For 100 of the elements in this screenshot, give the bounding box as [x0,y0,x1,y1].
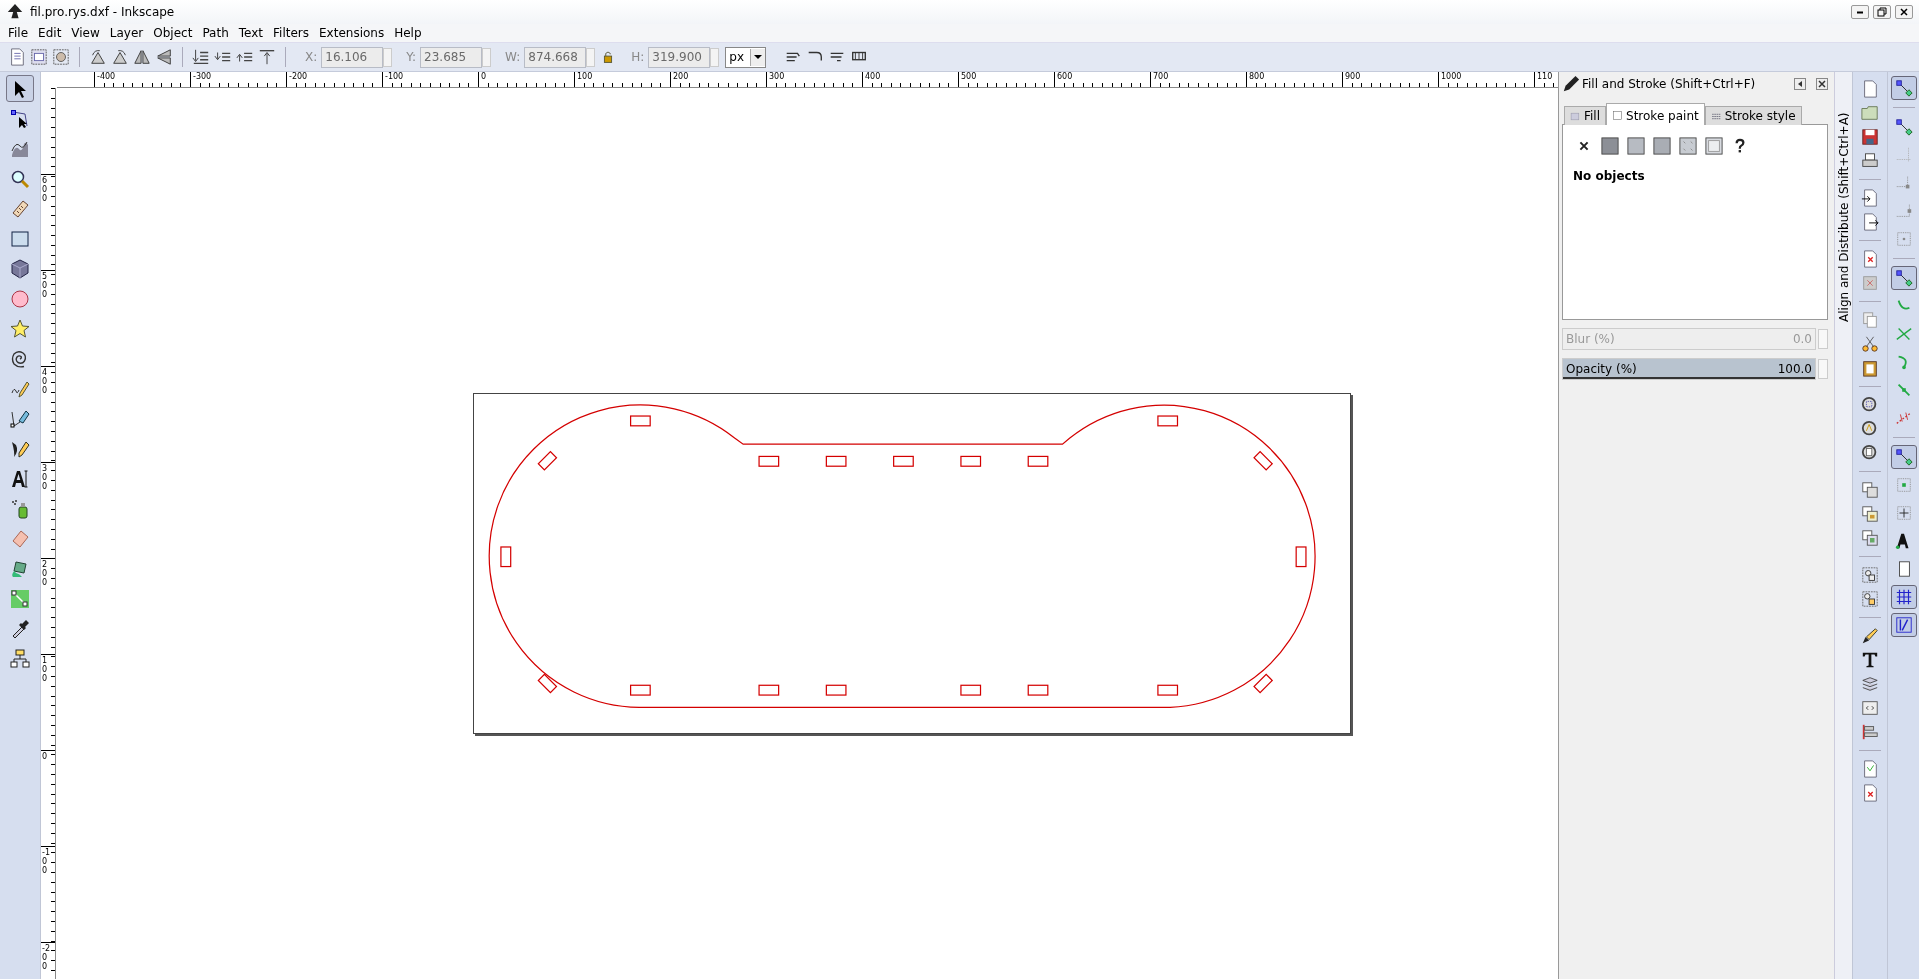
export-icon[interactable] [1861,213,1879,231]
ruler-label: -100 [385,72,404,82]
bounding-box-centers-icon [1894,230,1913,248]
snap-nodes-icon [1894,269,1913,287]
zoom-drawing-icon[interactable] [1861,420,1879,438]
ruler-label: 900 [1345,72,1361,82]
snap-others-icon [1894,448,1913,466]
spray-tool-icon [10,498,30,519]
ruler-label: 600 [1057,72,1073,82]
connector-tool-icon [10,648,30,669]
menu-item[interactable]: Filters [268,26,315,40]
snap-intersections-icon [1894,325,1913,343]
panel-title: Fill and Stroke (Shift+Ctrl+F) [1582,77,1757,91]
unlink-clone-icon[interactable] [1861,529,1879,547]
box3d-tool-icon [10,258,30,279]
rect-tool-icon [10,228,30,249]
opacity-slider[interactable]: Opacity (%) 100.0 [1562,358,1816,380]
ungroup-icon[interactable] [1861,590,1879,608]
field-label: W: [505,50,521,64]
node-tool-icon [10,108,30,129]
panel-tab[interactable]: Fill [1564,106,1607,125]
menu-item[interactable]: Extensions [314,26,390,40]
flip-vertical-icon[interactable] [155,48,173,66]
print-icon[interactable] [1861,152,1879,170]
xml-editor-icon[interactable] [1861,699,1879,717]
close-icon [1899,7,1909,17]
close-button[interactable] [1895,5,1913,19]
panel-tab[interactable]: Stroke style [1704,106,1802,125]
lower-to-bottom-icon[interactable] [192,48,210,66]
save-icon[interactable] [1861,128,1879,146]
menu-item[interactable]: File [3,26,34,40]
zoom-page-icon[interactable] [1861,444,1879,462]
new-document-icon[interactable] [1861,80,1879,98]
ruler-label: 100 [577,72,593,82]
preferences-icon[interactable] [1861,760,1879,778]
align-icon[interactable] [1861,723,1879,741]
rotate-ccw-icon[interactable] [89,48,107,66]
minimize-icon [1856,10,1864,14]
scissors-icon[interactable] [1861,335,1879,353]
triangle-left-icon [1796,80,1804,88]
grid-icon [1894,588,1913,606]
clone-icon[interactable] [1861,505,1879,523]
snap-toggle[interactable] [1890,445,1917,469]
close-document-icon[interactable] [1861,784,1879,802]
brush-icon[interactable] [1861,627,1879,645]
panel-tab[interactable]: Stroke paint [1606,103,1705,125]
text-icon[interactable] [1861,651,1879,669]
checkbox-icon [1612,110,1624,121]
menu-item[interactable]: Object [148,26,198,40]
flat-color-icon[interactable] [1601,137,1619,155]
pen-icon [1562,75,1580,93]
snap-center-icon [1894,476,1913,494]
caret-icon [754,55,763,59]
ruler-label: 200 [673,72,689,82]
flip-horizontal-icon[interactable] [133,48,151,66]
minimize-button[interactable] [1851,5,1869,19]
ruler-label: 800 [1249,72,1265,82]
field-label: X: [305,50,318,64]
duplicate-icon[interactable] [1861,481,1879,499]
bounding-box-midpoints-icon [1894,202,1913,220]
measure-tool-icon [10,198,30,219]
snap-toggle[interactable] [1890,613,1917,637]
swatch-icon[interactable] [1705,137,1723,155]
snap-toggle[interactable] [1890,76,1917,100]
delete-document-icon[interactable] [1861,250,1879,268]
field-label: Y: [406,50,417,64]
select-all-icon[interactable] [8,48,26,66]
import-icon[interactable] [1861,189,1879,207]
close-panel-button[interactable] [1816,78,1828,90]
star-tool-icon [10,318,30,339]
close-icon [1818,80,1826,88]
menu-item[interactable]: Layer [104,26,149,40]
deselect-icon[interactable] [52,48,70,66]
ruler-label: 200 [41,559,49,589]
clipboard-icon[interactable] [1861,359,1879,377]
pen-tool-icon [10,408,30,429]
menu-item[interactable]: Text [233,26,269,40]
cleared-document-icon[interactable] [1861,274,1879,292]
selector-tool[interactable] [6,75,34,102]
layers-icon[interactable] [1861,675,1879,693]
zoom-selection-icon[interactable] [1861,396,1879,414]
menu-item[interactable]: Path [197,26,234,40]
menu-item[interactable]: Help [389,26,427,40]
group-icon[interactable] [1861,566,1879,584]
restore-button[interactable] [1873,5,1891,19]
menu-item[interactable]: Edit [33,26,67,40]
fill-icon [1570,110,1581,122]
ruler-label: 600 [41,175,49,205]
unit-dropdown[interactable]: px [725,46,767,68]
select-all-layers-icon[interactable] [30,48,48,66]
raise-to-top-icon[interactable] [258,48,276,66]
ruler-label: -300 [193,72,212,82]
iconify-button[interactable] [1794,78,1806,90]
snap-rotation-center-icon [1894,504,1913,522]
snap-toggle[interactable] [1890,266,1917,290]
bucket-tool-icon [10,558,30,579]
rotate-cw-icon[interactable] [111,48,129,66]
window-title: fil.pro.rys.dxf - Inkscape [30,5,176,19]
snap-toggle[interactable] [1890,585,1917,609]
menu-item[interactable]: View [66,26,105,40]
